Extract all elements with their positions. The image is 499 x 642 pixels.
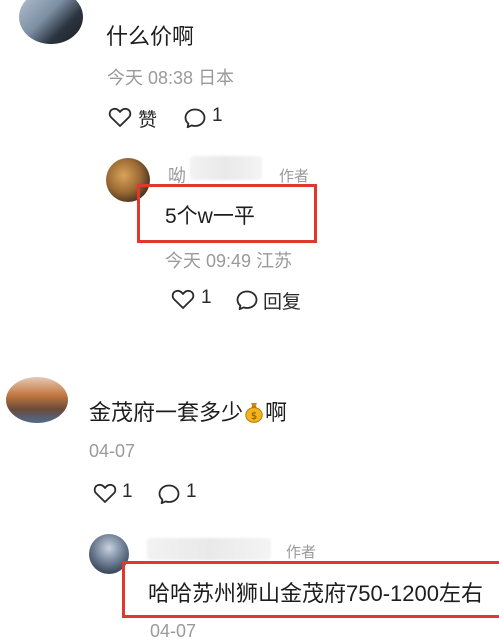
like-count: 1 [122, 481, 133, 502]
like-button[interactable]: 1 [171, 286, 219, 314]
comment-meta: 今天 08:38 日本 [107, 64, 234, 90]
like-button[interactable]: 赞 [108, 104, 164, 132]
heart-icon [108, 107, 132, 127]
comment-bubble-icon [236, 290, 258, 311]
money-bag-icon: $ [245, 403, 263, 423]
comment-text-part: 金茂府一套多少 [89, 400, 244, 425]
reply-text: 哈哈苏州狮山金茂府750-1200左右 [148, 581, 483, 606]
svg-text:$: $ [251, 411, 257, 422]
comment-text: 什么价啊 [106, 24, 195, 49]
like-count: 1 [201, 287, 212, 308]
reply-meta: 今天 09:49 江苏 [165, 247, 292, 273]
comment-text-part: 啊 [265, 400, 288, 425]
reply-location: 江苏 [256, 251, 293, 271]
redacted-username [147, 538, 271, 560]
reply-button[interactable]: 回复 [235, 286, 311, 314]
comment-date: 04-07 [89, 441, 136, 461]
avatar[interactable] [19, 0, 83, 44]
reply-count: 1 [212, 105, 223, 126]
reply-text-clip: 哈哈苏州狮山金茂府750-1200左右 [148, 576, 499, 608]
reply-label: 回复 [263, 292, 302, 313]
heart-icon [171, 289, 195, 309]
reply-button[interactable]: 1 [157, 480, 201, 508]
like-label: 赞 [138, 110, 158, 131]
reply-text: 5个w一平 [165, 205, 255, 228]
comment-timestamp: 今天 08:38 [107, 68, 194, 88]
reply-button[interactable]: 1 [183, 104, 227, 132]
reply-count: 1 [186, 481, 197, 502]
comment-location: 日本 [198, 68, 235, 88]
comment-text: 金茂府一套多少 $ 啊 [89, 395, 287, 427]
comment-bubble-icon [184, 108, 206, 129]
reply-timestamp: 今天 09:49 [165, 251, 252, 271]
reply-date: 04-07 [150, 621, 197, 641]
author-badge: 作者 [279, 168, 310, 185]
like-button[interactable]: 1 [93, 480, 139, 508]
redacted-username [190, 156, 262, 180]
author-badge: 作者 [286, 544, 317, 561]
heart-icon [93, 483, 117, 503]
avatar[interactable] [6, 377, 68, 423]
comment-bubble-icon [158, 484, 180, 505]
